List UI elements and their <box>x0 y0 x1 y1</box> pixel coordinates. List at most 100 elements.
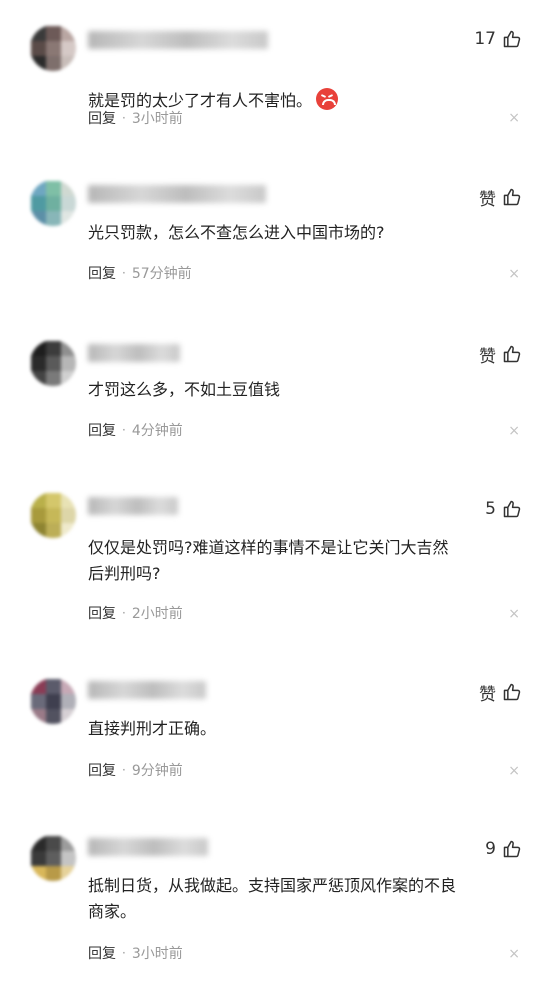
avatar-mosaic-cell <box>45 507 61 523</box>
comment-text: 才罚这么多，不如土豆值钱 <box>88 380 281 399</box>
avatar-mosaic-cell <box>30 180 46 196</box>
username-blurred[interactable] <box>88 838 208 856</box>
avatar-mosaic-cell <box>45 180 61 196</box>
like-count: 17 <box>474 29 496 49</box>
avatar-mosaic-cell <box>45 492 61 508</box>
thumbs-up-icon <box>502 839 522 859</box>
avatar-mosaic-cell <box>30 195 46 211</box>
avatar-mosaic-cell <box>60 835 76 851</box>
comment-text: 就是罚的太少了才有人不害怕。 <box>88 62 528 114</box>
reply-button[interactable]: 回复 <box>88 263 116 283</box>
comment-time: 2小时前 <box>131 606 183 622</box>
avatar-mosaic-cell <box>30 522 46 538</box>
comment-text: 直接判刑才正确。 <box>88 719 217 738</box>
avatar[interactable] <box>30 835 76 881</box>
like-label: 赞 <box>479 346 496 367</box>
separator-dot: · <box>122 266 126 280</box>
comment-meta: 回复 · 57分钟前 <box>88 263 192 283</box>
close-icon[interactable]: × <box>508 946 520 962</box>
like-button[interactable]: 9 <box>485 838 522 860</box>
avatar-mosaic-cell <box>60 522 76 538</box>
avatar-mosaic-cell <box>45 850 61 866</box>
comment-time: 3小时前 <box>131 946 183 962</box>
avatar[interactable] <box>30 340 76 386</box>
avatar-mosaic-cell <box>45 55 61 71</box>
thumbs-up-icon <box>502 682 522 702</box>
separator-dot: · <box>122 423 126 437</box>
avatar-mosaic-cell <box>30 708 46 724</box>
avatar-mosaic-cell <box>60 355 76 371</box>
comment-meta: 回复 · 3小时前 <box>88 108 183 128</box>
username-blurred[interactable] <box>88 185 266 203</box>
like-button[interactable]: 赞 <box>479 186 522 210</box>
like-button[interactable]: 赞 <box>479 681 522 705</box>
like-button[interactable]: 17 <box>474 28 522 50</box>
close-icon[interactable]: × <box>508 763 520 779</box>
separator-dot: · <box>122 946 126 960</box>
comment-time: 3小时前 <box>131 111 183 127</box>
avatar-mosaic-cell <box>45 355 61 371</box>
reply-button[interactable]: 回复 <box>88 108 116 128</box>
avatar-mosaic-cell <box>60 40 76 56</box>
avatar-mosaic-cell <box>30 865 46 881</box>
avatar-mosaic-cell <box>45 865 61 881</box>
separator-dot: · <box>122 111 126 125</box>
avatar[interactable] <box>30 25 76 71</box>
avatar-mosaic-cell <box>45 678 61 694</box>
avatar-mosaic-cell <box>30 210 46 226</box>
avatar-mosaic-cell <box>60 492 76 508</box>
reply-button[interactable]: 回复 <box>88 760 116 780</box>
comment-time: 9分钟前 <box>131 763 183 779</box>
username-blurred[interactable] <box>88 344 180 362</box>
username-blurred[interactable] <box>88 681 206 699</box>
avatar-mosaic-cell <box>45 708 61 724</box>
username-blurred[interactable] <box>88 497 178 515</box>
avatar-mosaic-cell <box>30 340 46 356</box>
comment-text: 仅仅是处罚吗?难道这样的事情不是让它关门大吉然 后判刑吗? <box>88 538 449 583</box>
avatar-mosaic-cell <box>60 693 76 709</box>
separator-dot: · <box>122 606 126 620</box>
username-blurred[interactable] <box>88 31 268 49</box>
comment-time: 4分钟前 <box>131 423 183 439</box>
reply-button[interactable]: 回复 <box>88 603 116 623</box>
avatar[interactable] <box>30 180 76 226</box>
avatar-mosaic-cell <box>30 850 46 866</box>
thumbs-up-icon <box>502 29 522 49</box>
like-label: 赞 <box>479 684 496 705</box>
avatar-mosaic-cell <box>45 693 61 709</box>
avatar-mosaic-cell <box>45 370 61 386</box>
avatar[interactable] <box>30 678 76 724</box>
avatar-mosaic-cell <box>30 693 46 709</box>
comment-meta: 回复 · 9分钟前 <box>88 760 183 780</box>
avatar-mosaic-cell <box>60 678 76 694</box>
avatar-mosaic-cell <box>60 25 76 41</box>
like-button[interactable]: 赞 <box>479 343 522 367</box>
thumbs-up-icon <box>502 344 522 364</box>
comment-text: 光只罚款，怎么不查怎么进入中国市场的? <box>88 223 385 242</box>
comment-meta: 回复 · 3小时前 <box>88 943 183 963</box>
avatar-mosaic-cell <box>45 195 61 211</box>
avatar-mosaic-cell <box>45 210 61 226</box>
close-icon[interactable]: × <box>508 266 520 282</box>
close-icon[interactable]: × <box>508 110 520 126</box>
avatar-mosaic-cell <box>30 370 46 386</box>
comment-meta: 回复 · 4分钟前 <box>88 420 183 440</box>
avatar-mosaic-cell <box>60 180 76 196</box>
like-label: 赞 <box>479 189 496 210</box>
avatar-mosaic-cell <box>45 835 61 851</box>
avatar-mosaic-cell <box>60 865 76 881</box>
avatar[interactable] <box>30 492 76 538</box>
avatar-mosaic-cell <box>45 40 61 56</box>
reply-button[interactable]: 回复 <box>88 943 116 963</box>
like-button[interactable]: 5 <box>485 498 522 520</box>
avatar-mosaic-cell <box>60 195 76 211</box>
avatar-mosaic-cell <box>60 850 76 866</box>
close-icon[interactable]: × <box>508 423 520 439</box>
avatar-mosaic-cell <box>60 708 76 724</box>
close-icon[interactable]: × <box>508 606 520 622</box>
angry-face-icon <box>316 88 339 110</box>
like-count: 5 <box>485 499 496 519</box>
thumbs-up-icon <box>502 499 522 519</box>
reply-button[interactable]: 回复 <box>88 420 116 440</box>
avatar-mosaic-cell <box>60 210 76 226</box>
